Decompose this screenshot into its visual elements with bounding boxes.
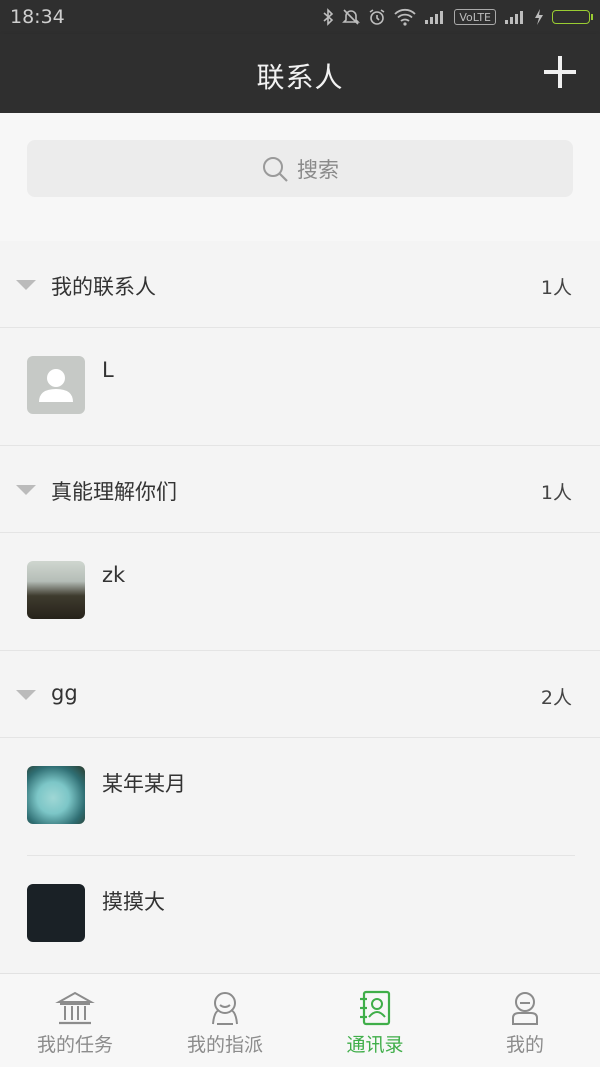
status-icons: VoLTE — [322, 6, 593, 28]
avatar — [27, 561, 85, 619]
charging-icon — [534, 9, 544, 25]
avatar — [27, 356, 85, 414]
assign-icon — [212, 992, 238, 1025]
tab-label: 我的指派 — [186, 1034, 263, 1056]
group-count: 2人 — [540, 687, 572, 709]
tab-label: 我的任务 — [36, 1034, 113, 1056]
signal-icon — [504, 10, 526, 24]
user-icon — [512, 992, 538, 1025]
tab-me[interactable]: 我的 — [450, 974, 600, 1067]
search-area: 搜索 — [0, 113, 600, 241]
tab-label: 我的 — [505, 1034, 544, 1056]
tab-my-tasks[interactable]: 我的任务 — [0, 974, 150, 1067]
avatar — [27, 766, 85, 824]
group-name: 真能理解你们 — [51, 480, 177, 504]
group-count: 1人 — [540, 482, 572, 504]
page-title: 联系人 — [256, 61, 344, 94]
contact-item[interactable]: 某年某月 — [0, 738, 600, 856]
default-avatar-icon — [39, 369, 73, 402]
group-header[interactable]: 真能理解你们 1人 — [0, 446, 600, 533]
contact-list: 我的联系人 1人 L 真能理解你们 1人 zk gg 2人 某年某月 摸摸大 — [0, 241, 600, 974]
bluetooth-icon — [322, 8, 334, 26]
contact-name: zk — [102, 563, 126, 587]
group-header[interactable]: gg 2人 — [0, 651, 600, 738]
search-placeholder: 搜索 — [297, 157, 339, 182]
tab-label: 通讯录 — [346, 1034, 404, 1056]
wifi-icon — [394, 8, 416, 26]
contact-name: 某年某月 — [102, 772, 186, 796]
search-input[interactable]: 搜索 — [27, 140, 573, 197]
tab-my-assignments[interactable]: 我的指派 — [150, 974, 300, 1067]
group-count: 1人 — [540, 277, 572, 299]
avatar — [27, 884, 85, 942]
add-contact-button[interactable] — [542, 54, 578, 90]
search-icon — [263, 156, 288, 182]
collapse-triangle-icon — [16, 690, 36, 700]
battery-icon — [552, 10, 593, 24]
group-name: gg — [51, 681, 78, 705]
bank-icon — [55, 991, 95, 1025]
mute-icon — [342, 8, 361, 26]
status-time: 18:34 — [10, 6, 65, 28]
signal-icon — [424, 10, 446, 24]
bottom-tab-bar: 我的任务 我的指派 通讯录 我的 — [0, 973, 600, 1067]
group-name: 我的联系人 — [51, 275, 156, 299]
title-bar: 联系人 — [0, 34, 600, 113]
contact-item[interactable]: 摸摸大 — [0, 856, 600, 974]
collapse-triangle-icon — [16, 485, 36, 495]
contacts-book-icon — [360, 990, 391, 1026]
contact-item[interactable]: zk — [0, 533, 600, 651]
collapse-triangle-icon — [16, 280, 36, 290]
group-header[interactable]: 我的联系人 1人 — [0, 241, 600, 328]
tab-contacts[interactable]: 通讯录 — [300, 974, 450, 1067]
volte-badge: VoLTE — [454, 9, 496, 25]
contact-name: L — [102, 358, 114, 382]
status-bar: 18:34 VoLTE — [0, 0, 600, 34]
alarm-icon — [368, 8, 386, 26]
contact-name: 摸摸大 — [102, 890, 165, 914]
contact-item[interactable]: L — [0, 328, 600, 446]
